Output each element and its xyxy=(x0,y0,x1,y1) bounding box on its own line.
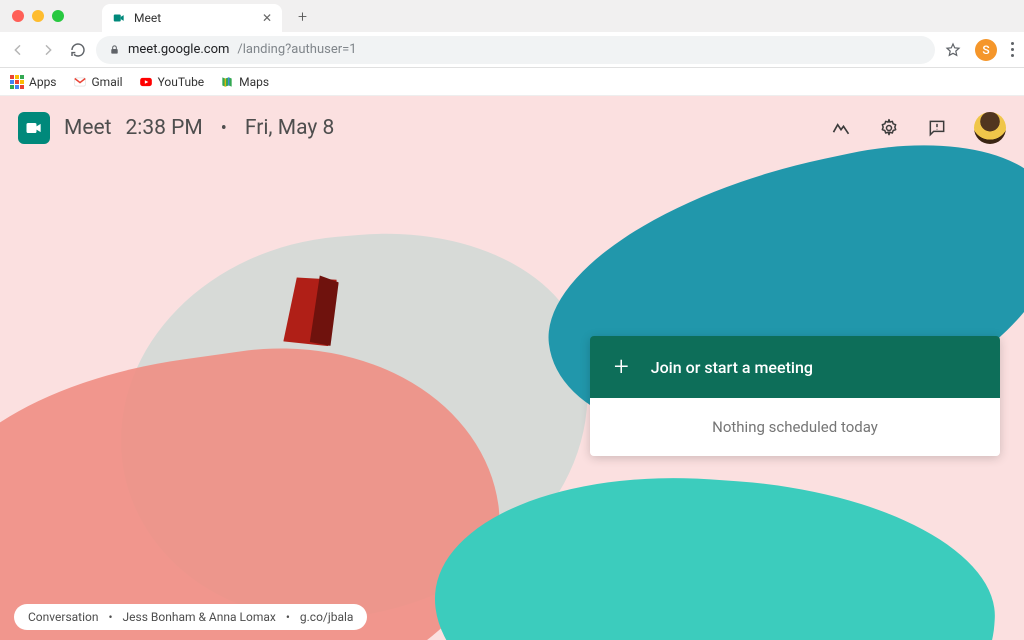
window-titlebar: Meet ✕ + xyxy=(0,0,1024,32)
window-controls xyxy=(12,10,64,22)
forward-button[interactable] xyxy=(40,42,56,58)
bookmark-maps[interactable]: Maps xyxy=(220,75,269,89)
bookmarks-bar: Apps Gmail YouTube Maps xyxy=(0,68,1024,96)
minimize-window-button[interactable] xyxy=(32,10,44,22)
lock-icon xyxy=(108,44,120,56)
meet-favicon-icon xyxy=(112,11,126,25)
bookmark-star-icon[interactable] xyxy=(945,42,961,58)
url-host: meet.google.com xyxy=(128,42,229,57)
maximize-window-button[interactable] xyxy=(52,10,64,22)
settings-icon[interactable] xyxy=(878,117,900,139)
app-title: Meet xyxy=(64,116,111,140)
credit-artists: Jess Bonham & Anna Lomax xyxy=(123,610,276,624)
close-tab-icon[interactable]: ✕ xyxy=(262,11,272,25)
credit-link: g.co/jbala xyxy=(300,610,354,624)
activity-icon[interactable] xyxy=(830,117,852,139)
separator: • xyxy=(221,118,227,139)
youtube-icon xyxy=(139,75,153,89)
decorative-prism xyxy=(283,274,337,350)
bookmark-apps[interactable]: Apps xyxy=(10,75,57,89)
schedule-status: Nothing scheduled today xyxy=(590,398,1000,456)
primary-action-label: Join or start a meeting xyxy=(651,358,813,377)
profile-initial: S xyxy=(982,43,989,57)
meeting-card: + Join or start a meeting Nothing schedu… xyxy=(590,336,1000,456)
meet-logo-icon xyxy=(18,112,50,144)
app-header: Meet 2:38 PM • Fri, May 8 xyxy=(18,112,1006,144)
browser-toolbar: meet.google.com/landing?authuser=1 S xyxy=(0,32,1024,68)
close-window-button[interactable] xyxy=(12,10,24,22)
gmail-icon xyxy=(73,75,87,89)
user-avatar[interactable] xyxy=(974,112,1006,144)
tab-title: Meet xyxy=(134,11,161,25)
reload-button[interactable] xyxy=(70,42,86,58)
address-bar[interactable]: meet.google.com/landing?authuser=1 xyxy=(96,36,935,64)
browser-profile-avatar[interactable]: S xyxy=(975,39,997,61)
bookmark-gmail[interactable]: Gmail xyxy=(73,75,123,89)
url-path: /landing?authuser=1 xyxy=(237,42,356,57)
feedback-icon[interactable] xyxy=(926,117,948,139)
clock-date: Fri, May 8 xyxy=(245,116,334,140)
join-start-meeting-button[interactable]: + Join or start a meeting xyxy=(590,336,1000,398)
browser-menu-button[interactable] xyxy=(1011,42,1014,57)
apps-grid-icon xyxy=(10,75,24,89)
new-tab-button[interactable]: + xyxy=(298,7,307,26)
app-content: Meet 2:38 PM • Fri, May 8 + xyxy=(0,96,1024,640)
back-button[interactable] xyxy=(10,42,26,58)
credit-label: Conversation xyxy=(28,610,98,624)
plus-icon: + xyxy=(614,354,629,380)
artwork-credit[interactable]: Conversation • Jess Bonham & Anna Lomax … xyxy=(14,604,367,630)
bookmark-youtube[interactable]: YouTube xyxy=(139,75,205,89)
browser-tab[interactable]: Meet ✕ xyxy=(102,4,282,32)
maps-icon xyxy=(220,75,234,89)
clock-time: 2:38 PM xyxy=(125,116,202,140)
